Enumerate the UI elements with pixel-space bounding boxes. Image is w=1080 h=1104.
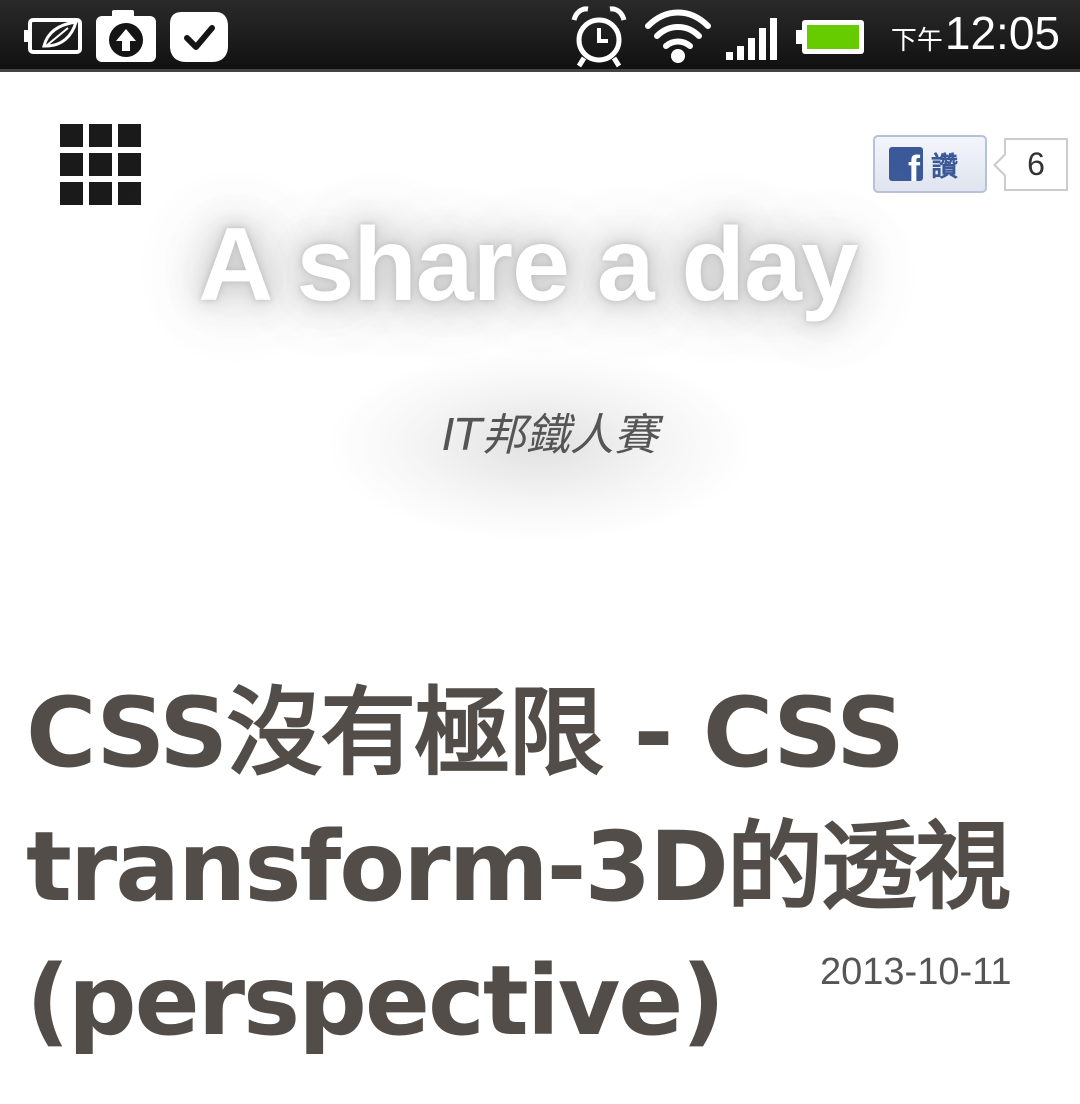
like-count: 6 (1027, 146, 1045, 182)
clock-am-pm: 下午 (890, 26, 943, 56)
battery-icon (796, 0, 868, 72)
status-bar: 下午 12:05 (0, 0, 1080, 72)
like-count-pointer-inner (996, 155, 1006, 175)
site-subtitle: IT邦鐵人賽 (442, 410, 658, 461)
facebook-logo-icon: f (889, 147, 923, 181)
facebook-like-label: 讚 (931, 151, 958, 183)
facebook-logo-letter: f (908, 148, 920, 182)
battery-leaf-icon (24, 0, 84, 72)
article-date: 2013-10-11 (820, 951, 1012, 993)
site-title[interactable]: A share a day (0, 200, 1056, 330)
checkmark-bubble-icon (168, 0, 230, 72)
article-title[interactable]: CSS沒有極限 - CSS transform-3D的透視(perspectiv… (26, 666, 1066, 1068)
clock: 下午 12:05 (891, 6, 1060, 66)
signal-icon (722, 0, 784, 72)
facebook-like-button[interactable]: f 讚 (873, 135, 987, 193)
grid-menu-icon[interactable] (60, 124, 141, 205)
alarm-icon (570, 0, 628, 72)
clock-time: 12:05 (944, 7, 1060, 59)
like-count-bubble: 6 (1004, 138, 1068, 191)
wifi-icon (644, 0, 712, 72)
camera-upload-icon (94, 0, 158, 72)
